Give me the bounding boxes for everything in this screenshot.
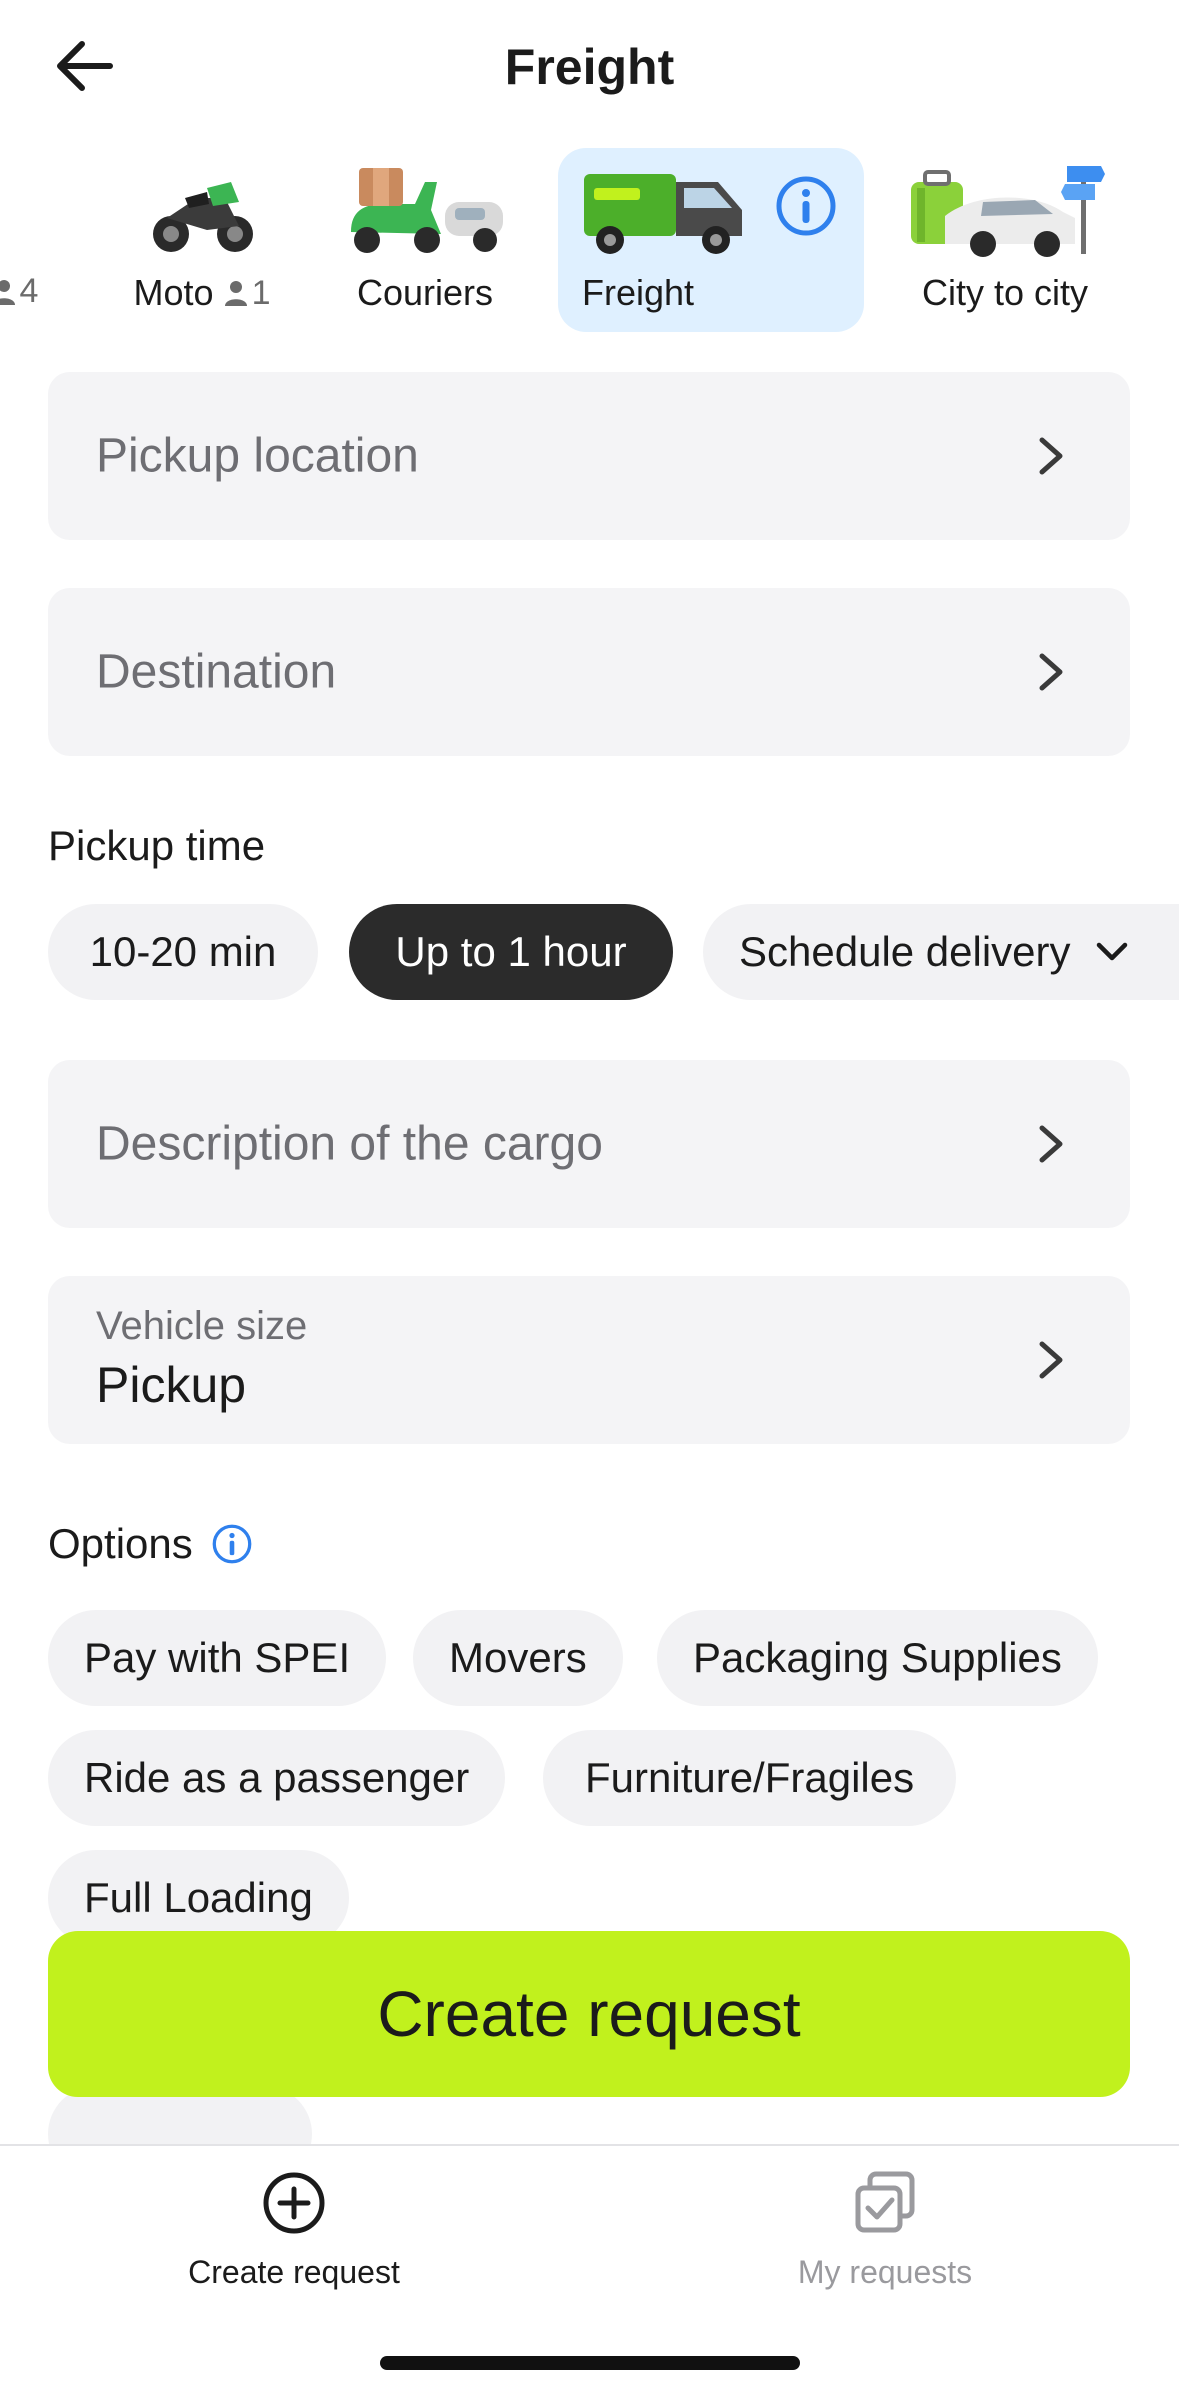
freight-truck-icon xyxy=(584,174,742,254)
seat-count: 4 xyxy=(0,272,38,311)
cargo-description-field[interactable]: Description of the cargo xyxy=(48,1060,1130,1228)
vehicle-size-value: Pickup xyxy=(96,1357,247,1413)
service-option-city-to-city[interactable]: City to city xyxy=(900,148,1110,332)
service-option-partial[interactable]: 4 xyxy=(0,148,50,332)
info-icon[interactable] xyxy=(211,1523,253,1565)
chevron-right-icon xyxy=(1039,1341,1063,1379)
schedule-delivery-label: Schedule delivery xyxy=(739,928,1071,975)
service-selector: 4 Moto 1 Couriers Freight City to city xyxy=(0,140,1179,340)
option-chip-pay-with-spei[interactable]: Pay with SPEI xyxy=(48,1610,387,1706)
chevron-right-icon xyxy=(1039,437,1063,475)
requests-icon xyxy=(855,2171,915,2233)
vehicle-size-field[interactable]: Vehicle size Pickup xyxy=(48,1276,1130,1444)
service-label: Couriers xyxy=(356,272,494,313)
page-title: Freight xyxy=(504,39,675,95)
motorcycle-icon xyxy=(153,182,253,252)
destination-field[interactable]: Destination xyxy=(48,588,1130,756)
destination-placeholder: Destination xyxy=(96,645,337,699)
person-icon xyxy=(0,279,15,305)
city-to-city-icon xyxy=(911,166,1105,257)
tab-create-request-label: Create request xyxy=(188,2254,400,2290)
pickup-time-title: Pickup time xyxy=(48,822,266,869)
option-chip-furniture-fragiles[interactable]: Furniture/Fragiles xyxy=(543,1730,957,1826)
service-label: Moto xyxy=(133,272,214,313)
chevron-down-icon xyxy=(1096,942,1127,961)
option-chip-movers[interactable]: Movers xyxy=(413,1610,623,1706)
options-title: Options xyxy=(48,1520,253,1568)
pickup-time-option-1-hour[interactable]: Up to 1 hour xyxy=(349,904,673,1000)
create-request-button[interactable]: Create request xyxy=(48,1931,1130,2097)
seat-count: 1 xyxy=(224,274,270,313)
service-option-freight[interactable]: Freight xyxy=(558,148,864,332)
courier-scooter-icon xyxy=(351,168,503,253)
service-label: Freight xyxy=(582,272,695,313)
vehicle-size-label: Vehicle size xyxy=(96,1304,308,1348)
schedule-delivery-dropdown[interactable]: Schedule delivery xyxy=(703,904,1179,1000)
person-icon xyxy=(224,281,247,306)
plus-circle-icon xyxy=(263,2172,325,2234)
chevron-right-icon xyxy=(1039,653,1063,691)
pickup-location-field[interactable]: Pickup location xyxy=(48,372,1130,540)
cargo-description-placeholder: Description of the cargo xyxy=(96,1117,603,1171)
tab-my-requests-label: My requests xyxy=(797,2254,973,2290)
pickup-time-option-10-20[interactable]: 10-20 min xyxy=(48,904,318,1000)
tab-my-requests[interactable]: My requests xyxy=(695,2170,1075,2291)
info-icon[interactable] xyxy=(774,174,838,238)
service-option-moto[interactable]: Moto 1 xyxy=(112,148,292,332)
chevron-right-icon xyxy=(1039,1125,1063,1163)
service-label: City to city xyxy=(921,272,1089,313)
tab-create-request[interactable]: Create request xyxy=(104,2170,484,2291)
pickup-location-placeholder: Pickup location xyxy=(96,429,419,483)
header: Freight xyxy=(0,0,1179,140)
service-option-couriers[interactable]: Couriers xyxy=(340,148,510,332)
option-chip-packaging-supplies[interactable]: Packaging Supplies xyxy=(657,1610,1098,1706)
option-chip-ride-as-passenger[interactable]: Ride as a passenger xyxy=(48,1730,506,1826)
home-indicator[interactable] xyxy=(380,2356,800,2370)
